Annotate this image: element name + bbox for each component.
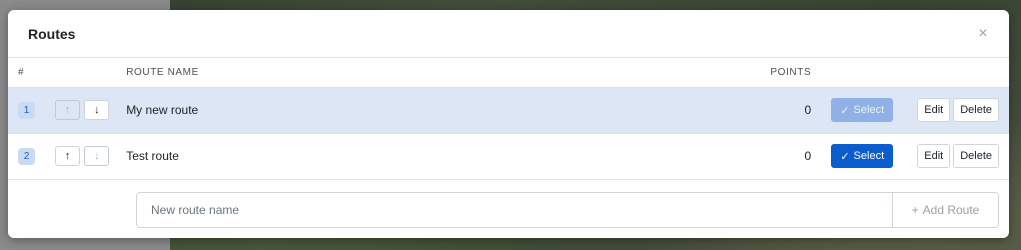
add-route-button[interactable]: + Add Route xyxy=(892,193,998,227)
edit-route-button[interactable]: Edit xyxy=(917,98,951,122)
row-index-badge: 1 xyxy=(18,101,35,119)
route-name: My new route xyxy=(126,103,199,117)
arrow-up-icon: ↑ xyxy=(64,150,71,162)
arrow-down-icon: ↓ xyxy=(94,104,100,116)
select-route-button[interactable]: ✓ Select xyxy=(831,144,894,168)
column-header-points: POINTS xyxy=(652,58,832,88)
column-header-reorder xyxy=(54,58,127,88)
check-icon: ✓ xyxy=(840,150,850,163)
column-header-route-name: ROUTE NAME xyxy=(126,58,653,88)
delete-route-button[interactable]: Delete xyxy=(953,144,999,168)
arrow-down-icon: ↓ xyxy=(94,150,100,162)
modal-title: Routes xyxy=(28,25,76,42)
routes-table: # ROUTE NAME POINTS 1 ↑ ↓ My new route 0 xyxy=(8,58,1009,180)
select-label: Select xyxy=(853,150,885,162)
add-route-label: Add Route xyxy=(922,203,980,217)
column-header-actions xyxy=(831,58,1009,88)
select-label: Select xyxy=(853,104,885,116)
routes-modal: Routes × # ROUTE NAME POINTS 1 ↑ ↓ My ne… xyxy=(8,10,1009,238)
table-row: 1 ↑ ↓ My new route 0 ✓ Select Edit Delet… xyxy=(8,87,1009,133)
plus-icon: + xyxy=(911,203,919,217)
route-name: Test route xyxy=(126,149,179,163)
select-route-button[interactable]: ✓ Select xyxy=(831,98,894,122)
arrow-up-icon: ↑ xyxy=(64,104,71,116)
add-route-form: + Add Route xyxy=(136,192,999,228)
move-down-button[interactable]: ↓ xyxy=(84,100,110,120)
route-points: 0 xyxy=(804,149,812,163)
column-header-number: # xyxy=(8,58,55,88)
check-icon: ✓ xyxy=(840,104,850,117)
table-row: 2 ↑ ↓ Test route 0 ✓ Select Edit Delete xyxy=(8,133,1009,179)
modal-header: Routes × xyxy=(8,10,1009,58)
edit-route-button[interactable]: Edit xyxy=(917,144,951,168)
close-icon[interactable]: × xyxy=(973,24,993,44)
move-down-button[interactable]: ↓ xyxy=(84,146,110,166)
move-up-button[interactable]: ↑ xyxy=(54,100,80,120)
row-index-badge: 2 xyxy=(18,147,35,165)
delete-route-button[interactable]: Delete xyxy=(953,98,999,122)
table-header-row: # ROUTE NAME POINTS xyxy=(8,58,1009,88)
new-route-name-input[interactable] xyxy=(137,193,892,227)
route-points: 0 xyxy=(804,103,812,117)
move-up-button[interactable]: ↑ xyxy=(54,146,80,166)
